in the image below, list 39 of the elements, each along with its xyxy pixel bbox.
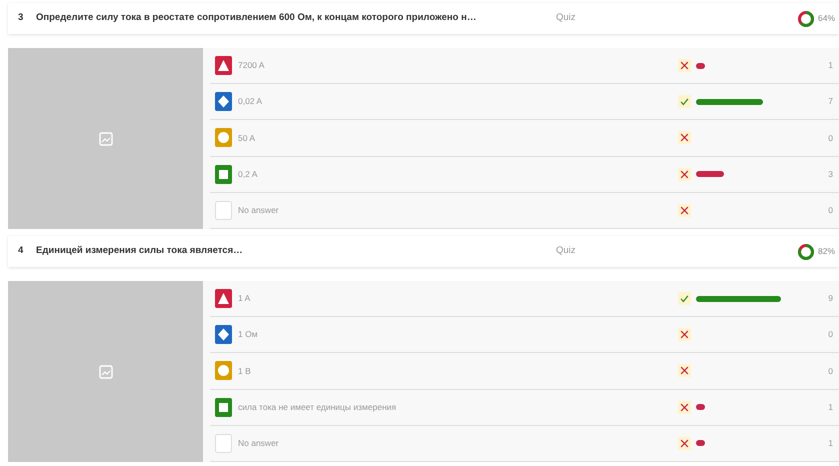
- image-icon: [98, 364, 112, 378]
- answer-text: 0,2 A: [238, 168, 258, 181]
- question-type: Quiz: [556, 11, 577, 26]
- answer-text: 0,02 A: [238, 95, 264, 108]
- response-bar: [696, 62, 706, 69]
- response-bar: [696, 404, 706, 410]
- answer-count: 3: [828, 168, 834, 181]
- score-percent: 64%: [818, 12, 835, 25]
- answer-text: 1 В: [238, 364, 252, 378]
- answer-text: 50 A: [238, 132, 256, 144]
- answer-text: 7200 A: [238, 59, 266, 72]
- score-percent: 82%: [818, 245, 835, 258]
- answer-count: 0: [828, 364, 834, 378]
- image-icon: [98, 132, 112, 146]
- question-number: 4: [18, 244, 24, 258]
- score-donut: [796, 10, 815, 28]
- question-number: 3: [18, 11, 24, 26]
- answer-count: 1: [828, 436, 834, 450]
- answer-text: сила тока не имеет единицы измерения: [238, 400, 398, 414]
- answer-count: 7: [828, 95, 834, 108]
- response-bar: [696, 171, 724, 178]
- answer-count: 1: [828, 59, 834, 72]
- answer-text: No answer: [238, 436, 280, 450]
- answer-count: 1: [828, 400, 834, 414]
- answer-count: 0: [828, 132, 834, 144]
- empty-answer-icon: [215, 434, 232, 453]
- question-type: Quiz: [556, 244, 577, 258]
- question-text: Определите силу тока в реостате сопротивлением 600 Ом, к концам которого приложено н…: [36, 11, 478, 26]
- score-donut: [796, 242, 815, 260]
- response-bar: [696, 98, 763, 105]
- answer-text: No answer: [238, 204, 280, 217]
- response-bar: [696, 440, 706, 446]
- answer-count: 9: [828, 292, 834, 305]
- answer-text: 1 A: [238, 292, 252, 305]
- question-text: Единицей измерения силы тока является…: [36, 244, 244, 258]
- answer-count: 0: [828, 328, 834, 342]
- answer-count: 0: [828, 204, 834, 217]
- answer-text: 1 Ом: [238, 328, 259, 342]
- empty-answer-icon: [215, 200, 232, 220]
